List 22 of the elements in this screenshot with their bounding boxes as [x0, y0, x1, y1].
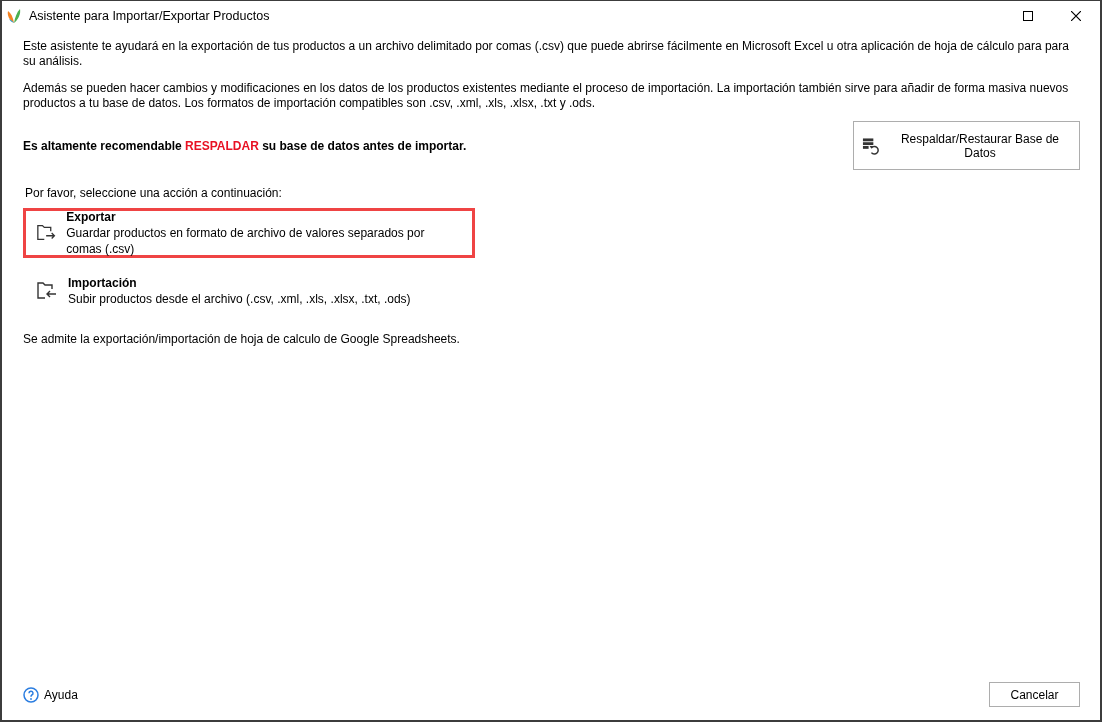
action-description: Guardar productos en formato de archivo de valores separados por comas (.csv)	[66, 225, 426, 257]
google-sheets-note: Se admite la exportación/importación de hoja de calculo de Google Spreadsheets.	[23, 332, 461, 346]
intro-text: Además se pueden hacer cambios y modificaciones en los datos de los productos existentes mediante el proceso de importación. La importación también sirve para añadir de forma masiva nuevos productos a tu base de datos. Los formatos de importación compatibles son .csv, .xml, .xls, .xlsx, .txt y .ods.	[23, 81, 1070, 111]
help-icon	[23, 686, 39, 703]
folder-export-icon	[36, 223, 57, 243]
maximize-icon[interactable]	[1023, 11, 1033, 21]
leaf-logo-icon	[7, 8, 21, 24]
action-description: Subir productos desde el archivo (.csv, .xml, .xls, .xlsx, .txt, .ods)	[68, 291, 411, 307]
backup-restore-button[interactable]: Respaldar/Restaurar Base de Datos	[853, 121, 1080, 170]
backup-warning-text: Es altamente recomendable RESPALDAR su base de datos antes de importar.	[23, 138, 467, 153]
folder-import-icon	[36, 281, 58, 301]
window-title: Asistente para Importar/Exportar Productos	[29, 9, 270, 23]
action-title: Importación	[68, 275, 138, 291]
close-icon[interactable]	[1071, 11, 1081, 21]
action-option[interactable]: Importación Subir productos desde el archivo (.csv, .xml, .xls, .xlsx, .txt, .ods)	[23, 266, 475, 316]
cancel-button[interactable]: Cancelar	[989, 682, 1080, 707]
action-option[interactable]: Exportar Guardar productos en formato de archivo de valores separados por comas (.csv)	[23, 208, 475, 258]
prompt-text: Por favor, seleccione una acción a continuación:	[25, 186, 283, 200]
action-title: Exportar	[66, 209, 117, 225]
help-link[interactable]: Ayuda	[23, 686, 78, 703]
intro-text: Este asistente te ayudará en la exportación de tus productos a un archivo delimitado por comas (.csv) que puede abrirse fácilmente en Microsoft Excel u otra aplicación de hoja de cálculo para para su análisis.	[23, 39, 1070, 69]
database-restore-icon	[862, 136, 879, 155]
